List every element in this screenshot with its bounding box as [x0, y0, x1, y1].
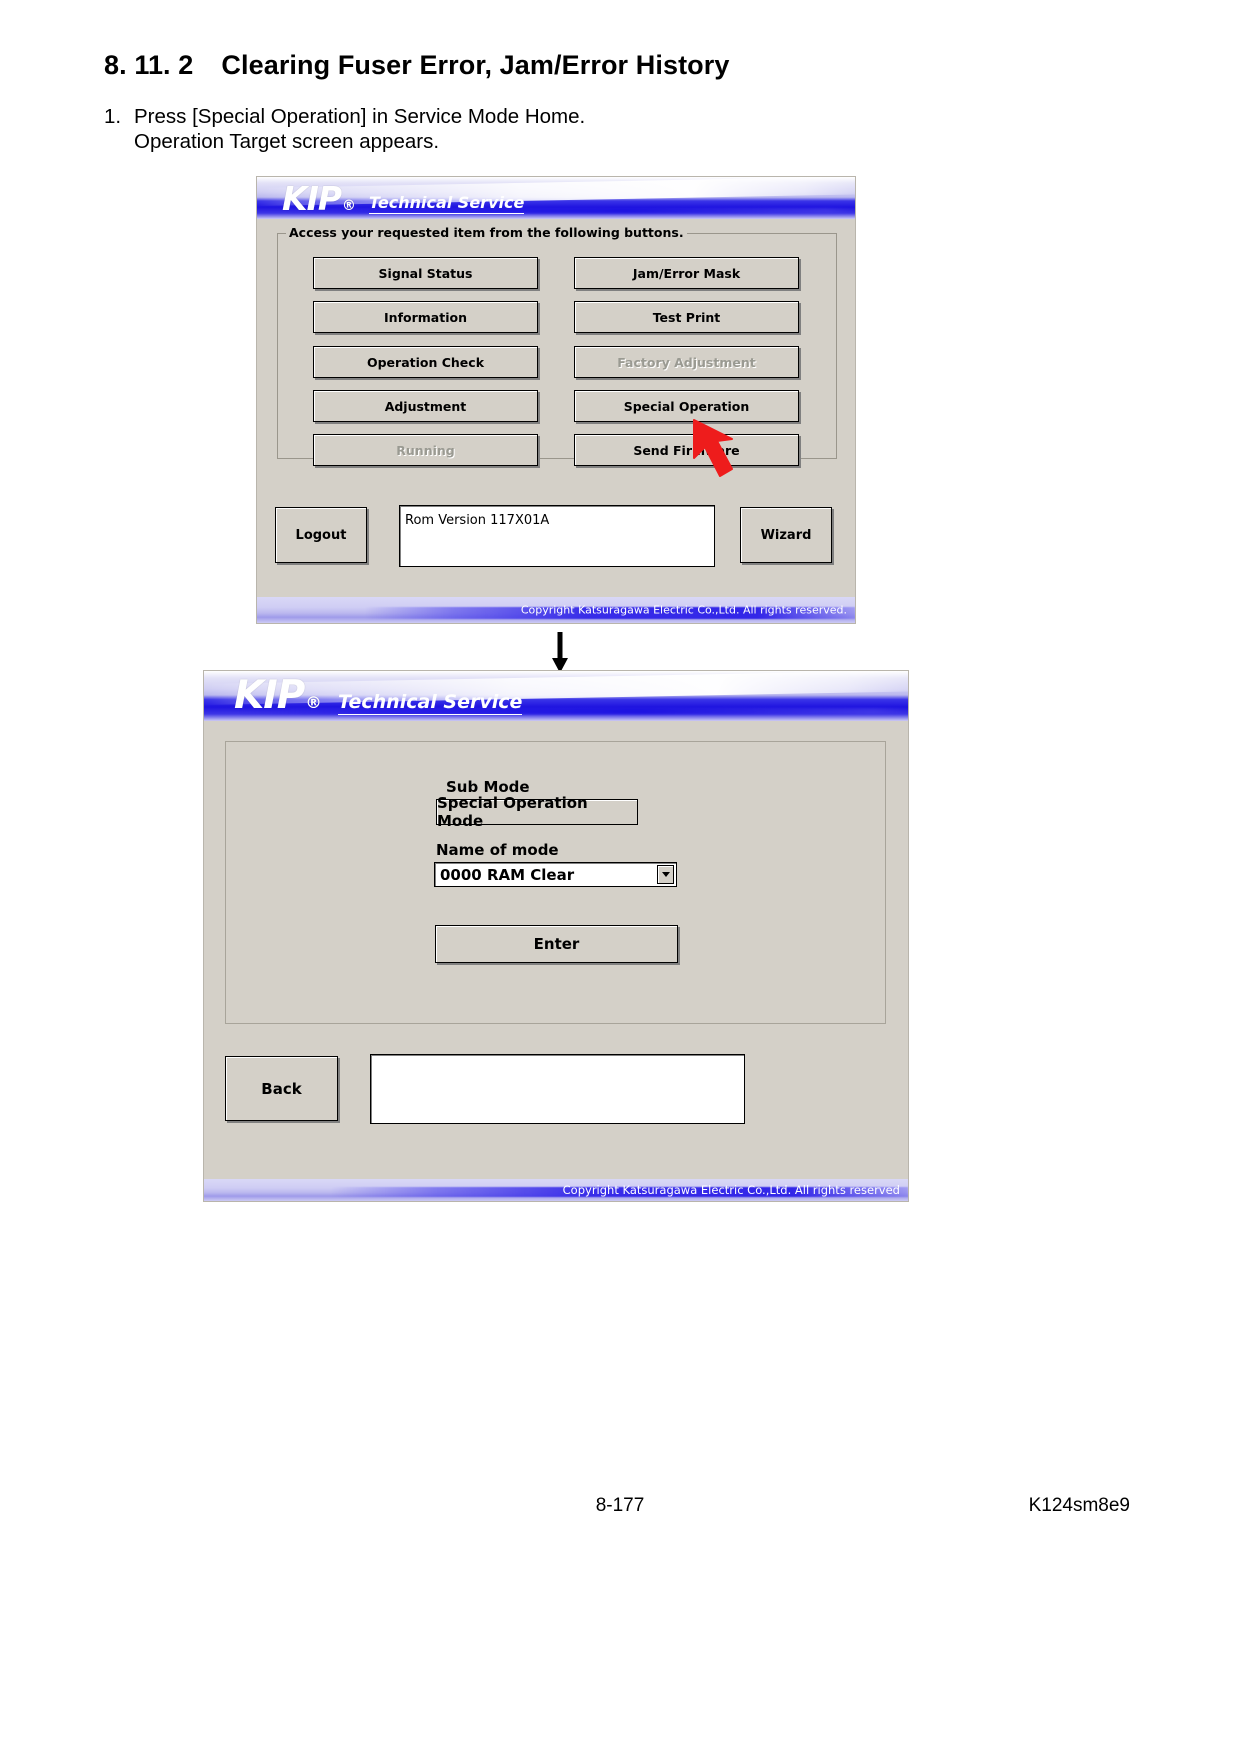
jam-error-mask-button[interactable]: Jam/Error Mask — [574, 257, 799, 289]
manual-page: 8. 11. 2 Clearing Fuser Error, Jam/Error … — [0, 0, 1240, 1754]
kip-logo-text: KIP — [282, 179, 342, 218]
app-footer: Copyright Katsuragawa Electric Co.,Ltd. … — [257, 597, 855, 623]
wizard-button[interactable]: Wizard — [740, 507, 832, 563]
step-line-1: Press [Special Operation] in Service Mod… — [134, 105, 586, 128]
name-of-mode-value: 0000 RAM Clear — [440, 865, 575, 884]
kip-logo-text-2: KIP — [234, 673, 305, 718]
kip-logo: KIP® — [282, 179, 356, 218]
sub-mode-value: Special Operation Mode — [437, 794, 588, 830]
send-firmware-button[interactable]: Send Firmware — [574, 434, 799, 466]
service-mode-home-window: KIP® Technical Service Access your reque… — [256, 176, 856, 624]
kip-logo-2: KIP® — [234, 673, 322, 718]
send-firmware-label: Send Firmware — [633, 442, 740, 458]
test-print-button[interactable]: Test Print — [574, 301, 799, 333]
information-label: Information — [384, 309, 467, 325]
registered-trademark-icon-2: ® — [305, 693, 321, 712]
section-number: 8. 11. 2 — [104, 50, 194, 80]
instruction-step: 1. Press [Special Operation] in Service … — [104, 104, 585, 154]
chevron-down-icon[interactable] — [657, 865, 674, 884]
special-operation-button[interactable]: Special Operation — [574, 390, 799, 422]
copyright-text: Copyright Katsuragawa Electric Co.,Ltd. … — [520, 603, 847, 617]
operation-check-label: Operation Check — [366, 354, 485, 370]
test-print-label: Test Print — [652, 309, 721, 325]
adjustment-label: Adjustment — [384, 398, 467, 414]
copyright-text-2: Copyright Katsuragawa Electric Co.,Ltd. … — [562, 1183, 900, 1197]
logout-button[interactable]: Logout — [275, 507, 367, 563]
buttons-groupbox-legend: Access your requested item from the foll… — [286, 225, 687, 240]
back-label: Back — [261, 1079, 302, 1098]
special-operation-label: Special Operation — [623, 398, 750, 414]
registered-trademark-icon: ® — [342, 198, 356, 214]
factory-adjustment-button: Factory Adjustment — [574, 346, 799, 378]
enter-label: Enter — [533, 935, 580, 953]
factory-adjustment-label: Factory Adjustment — [617, 354, 756, 370]
name-of-mode-dropdown[interactable]: 0000 RAM Clear — [434, 862, 677, 887]
page-title: 8. 11. 2 Clearing Fuser Error, Jam/Error … — [104, 50, 729, 81]
enter-button[interactable]: Enter — [435, 925, 678, 963]
app-subtitle: Technical Service — [369, 193, 525, 214]
jam-error-mask-label: Jam/Error Mask — [632, 265, 741, 281]
app-footer-2: Copyright Katsuragawa Electric Co.,Ltd. … — [204, 1179, 908, 1201]
special-operation-mode-window: KIP® Technical Service Sub Mode Special … — [203, 670, 909, 1202]
signal-status-button[interactable]: Signal Status — [313, 257, 538, 289]
running-label: Running — [396, 442, 455, 458]
rom-version-value: Rom Version 117X01A — [405, 513, 550, 528]
app-subtitle-2: Technical Service — [338, 691, 523, 715]
operation-check-button[interactable]: Operation Check — [313, 346, 538, 378]
wizard-label: Wizard — [760, 527, 812, 543]
document-code: K124sm8e9 — [1028, 1495, 1130, 1516]
app-header-2: KIP® Technical Service — [204, 671, 908, 721]
logout-label: Logout — [295, 527, 347, 543]
back-button[interactable]: Back — [225, 1056, 338, 1121]
sub-mode-value-field: Special Operation Mode — [436, 794, 638, 830]
step-line-2: Operation Target screen appears. — [134, 130, 440, 153]
adjustment-button[interactable]: Adjustment — [313, 390, 538, 422]
name-of-mode-label: Name of mode — [436, 841, 559, 859]
step-number: 1. — [104, 105, 122, 128]
running-button: Running — [313, 434, 538, 466]
information-button[interactable]: Information — [313, 301, 538, 333]
section-title: Clearing Fuser Error, Jam/Error History — [221, 50, 730, 80]
signal-status-label: Signal Status — [378, 265, 473, 281]
flow-arrow-down-icon — [552, 632, 568, 673]
app-header: KIP® Technical Service — [257, 177, 855, 219]
message-textbox — [370, 1054, 745, 1124]
rom-version-textbox: Rom Version 117X01A — [399, 505, 715, 567]
